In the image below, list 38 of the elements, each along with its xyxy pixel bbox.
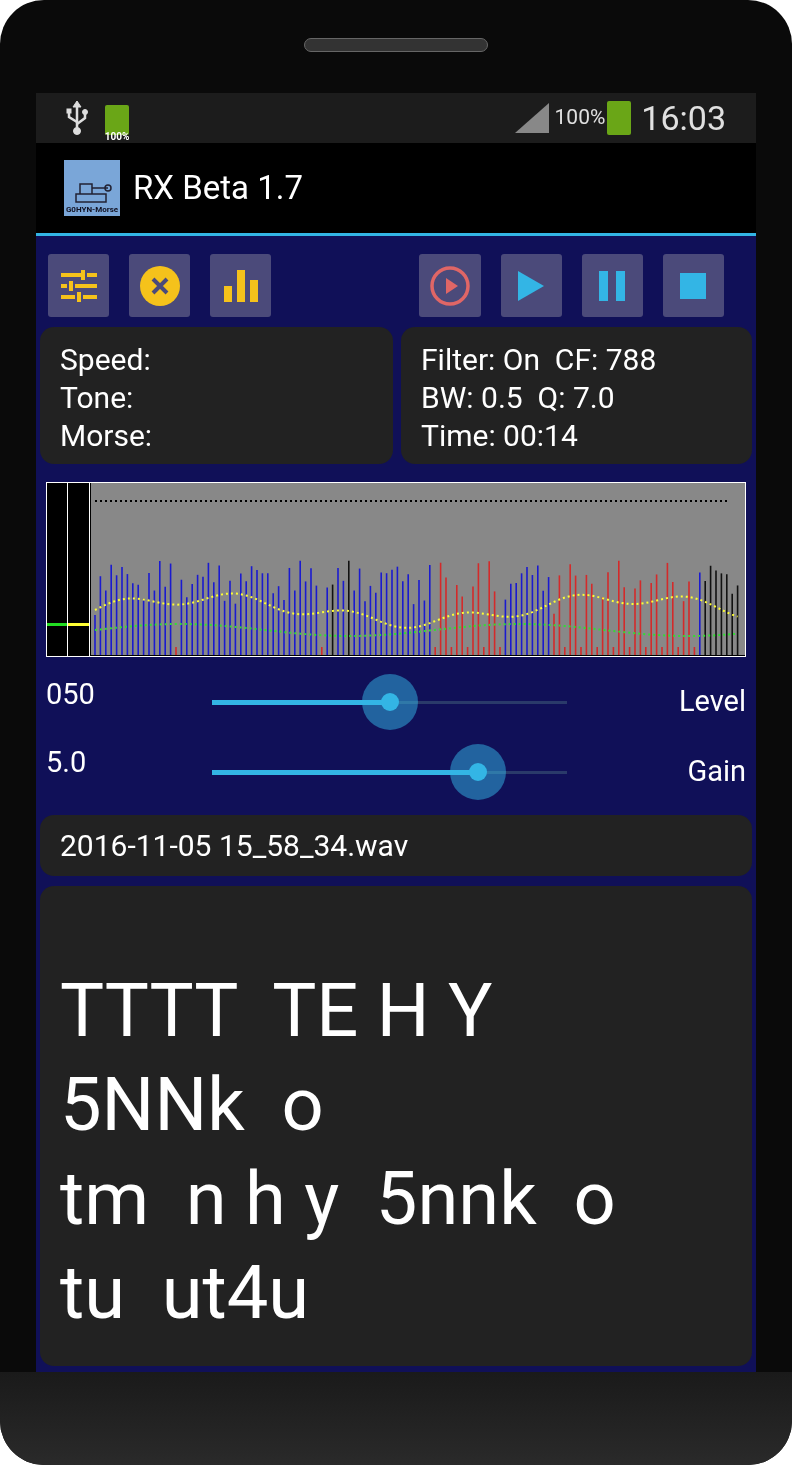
play-circle-icon — [429, 264, 471, 307]
info-text: Tone: — [60, 379, 135, 417]
toolbar-button[interactable] — [210, 254, 272, 317]
toolbar-button[interactable] — [48, 254, 110, 317]
toolbar-button[interactable] — [662, 254, 724, 317]
slider-label: Gain — [686, 753, 747, 791]
slider-label: Level — [677, 683, 747, 721]
usb-icon — [66, 101, 88, 135]
toolbar-button[interactable] — [500, 254, 562, 317]
info-text: BW: 0.5 Q: 7.0 — [421, 379, 616, 417]
bar-chart-icon — [223, 269, 258, 302]
slider[interactable] — [212, 744, 567, 800]
toolbar-button[interactable] — [129, 254, 191, 317]
decoded-text-line: TTTT TE H Y — [60, 966, 494, 1056]
slider[interactable] — [212, 674, 567, 730]
sliders-icon — [60, 269, 97, 302]
battery-percent: 100% — [554, 104, 606, 132]
file-name: 2016-11-05 15_58_34.wav — [60, 827, 409, 865]
slider-reading: 5.0 — [45, 744, 88, 782]
info-text: Speed: — [60, 341, 152, 379]
decoded-text-line: 5NNk o — [60, 1060, 325, 1150]
logo-text: G0HYN-Morse — [65, 206, 119, 214]
toolbar-button[interactable] — [581, 254, 643, 317]
info-text: Time: 00:14 — [421, 417, 579, 455]
toolbar-button[interactable] — [419, 254, 481, 317]
app-title: RX Beta 1.7 — [133, 167, 303, 210]
decoded-text-line: tm n h y 5nnk o — [60, 1154, 617, 1244]
cancel-icon — [139, 265, 180, 306]
decoded-text-line: tu ut4u — [60, 1248, 311, 1338]
stop-icon — [680, 272, 707, 299]
battery-icon — [607, 101, 632, 135]
play-icon — [518, 270, 545, 301]
signal-icon — [514, 103, 549, 133]
info-text: Filter: On CF: 788 — [421, 341, 658, 379]
pause-icon — [599, 270, 626, 301]
slider-reading: 050 — [45, 676, 96, 714]
clock-time: 16:03 — [641, 96, 726, 140]
info-text: Morse: — [60, 417, 154, 455]
